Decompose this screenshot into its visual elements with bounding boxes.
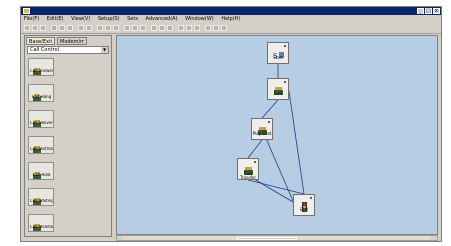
connector-line[interactable] xyxy=(261,99,279,119)
flow-node-label: Play Cmd xyxy=(252,131,272,136)
link-icon[interactable] xyxy=(159,25,165,31)
unlink-icon[interactable] xyxy=(167,25,173,31)
menu-bar: File(F) Edit(E) View(V) Setup(S) Sets Ad… xyxy=(21,15,441,23)
palette-item-label: Call Monitor xyxy=(30,225,53,229)
palette-item-label: Call Hang xyxy=(31,95,52,99)
scroll-thumb[interactable] xyxy=(237,237,297,240)
undo-icon[interactable] xyxy=(78,25,84,31)
align-left-icon[interactable] xyxy=(97,25,103,31)
keypad-icon xyxy=(257,121,268,135)
palette-group-value: Call Control xyxy=(30,47,59,53)
print-icon[interactable] xyxy=(205,25,211,31)
menu-advanced[interactable]: Advanced(A) xyxy=(143,15,181,23)
tab-base-exit[interactable]: Base/Exit xyxy=(26,37,56,45)
settings-icon[interactable] xyxy=(213,25,219,31)
scroll-right-icon[interactable] xyxy=(431,236,437,240)
flow-node-call2[interactable]: Call Transfer xyxy=(237,158,259,180)
palette-item[interactable]: Call Delivery xyxy=(28,110,54,128)
connector-line[interactable] xyxy=(247,139,263,159)
scroll-left-icon[interactable] xyxy=(117,236,123,240)
palette-item[interactable]: Call Hang xyxy=(28,84,54,102)
keypad-icon xyxy=(32,139,45,153)
connector-layer xyxy=(236,64,305,203)
chevron-down-icon[interactable]: ▼ xyxy=(101,47,108,53)
copy-icon[interactable] xyxy=(59,25,65,31)
maximize-button[interactable]: □ xyxy=(425,8,432,14)
run-icon[interactable] xyxy=(178,25,184,31)
node-port-icon[interactable] xyxy=(310,197,312,199)
zoom-in-icon[interactable] xyxy=(124,25,130,31)
redo-icon[interactable] xyxy=(86,25,92,31)
toolbar xyxy=(21,23,441,34)
title-bar[interactable]: _ □ x xyxy=(21,7,441,15)
start-icon: S xyxy=(273,45,284,60)
menu-file[interactable]: File(F) xyxy=(21,15,42,23)
menu-edit[interactable]: Edit(E) xyxy=(44,15,67,23)
phone-icon xyxy=(32,217,45,231)
menu-help[interactable]: Help(H) xyxy=(218,15,243,23)
component-palette: Base/Exit Modem/rr Call Control ▼ Call A… xyxy=(24,35,112,237)
palette-item-label: Call Distribution xyxy=(30,147,53,151)
zoom-out-icon[interactable] xyxy=(132,25,138,31)
flow-node-label: Call Transfer xyxy=(239,171,257,180)
open-folder-icon[interactable] xyxy=(32,25,38,31)
palette-item[interactable]: Call Hold xyxy=(28,162,54,180)
help-icon[interactable] xyxy=(221,25,227,31)
menu-setup[interactable]: Setup(S) xyxy=(95,15,123,23)
menu-sets[interactable]: Sets xyxy=(124,15,141,23)
flow-node-label: Start xyxy=(273,55,283,60)
palette-item-label: Call Waiting xyxy=(30,199,53,203)
stop-icon[interactable] xyxy=(186,25,192,31)
phone-icon xyxy=(32,113,45,127)
flow-node-label: End xyxy=(300,207,308,212)
palette-item[interactable]: Call Distribution xyxy=(28,136,54,154)
node-port-icon[interactable] xyxy=(284,45,286,47)
align-center-icon[interactable] xyxy=(105,25,111,31)
flow-canvas[interactable]: S Start Call Play Cmd Call Transfer End xyxy=(116,35,438,235)
close-button[interactable]: x xyxy=(433,8,440,14)
traffic-light-icon xyxy=(299,197,310,212)
connector-line[interactable] xyxy=(288,90,305,195)
flow-node-end[interactable]: End xyxy=(293,194,315,216)
align-right-icon[interactable] xyxy=(113,25,119,31)
node-port-icon[interactable] xyxy=(284,81,286,83)
flow-node-play[interactable]: Play Cmd xyxy=(251,118,273,140)
menu-window[interactable]: Window(W) xyxy=(182,15,217,23)
flow-node-call1[interactable]: Call xyxy=(267,78,289,100)
app-icon xyxy=(23,8,30,14)
phone-icon xyxy=(32,87,45,101)
save-icon[interactable] xyxy=(40,25,46,31)
search-icon[interactable] xyxy=(140,25,146,31)
new-file-icon[interactable] xyxy=(24,25,30,31)
menu-view[interactable]: View(V) xyxy=(68,15,93,23)
horizontal-scrollbar[interactable] xyxy=(116,235,438,241)
phone-icon xyxy=(32,61,45,75)
node-port-icon[interactable] xyxy=(254,161,256,163)
palette-item[interactable]: Call Waiting xyxy=(28,188,54,206)
cut-icon[interactable] xyxy=(51,25,57,31)
palette-item-label: Call Delivery xyxy=(30,121,53,125)
palette-item[interactable]: Call Answer xyxy=(28,58,54,76)
phone-icon xyxy=(243,161,254,175)
flow-node-start[interactable]: S Start xyxy=(267,42,289,64)
minimize-button[interactable]: _ xyxy=(417,8,424,14)
palette-item-label: Call Hold xyxy=(32,173,51,177)
phone-icon xyxy=(273,81,284,95)
app-window: _ □ x File(F) Edit(E) View(V) Setup(S) S… xyxy=(20,6,442,242)
phone-icon xyxy=(32,191,45,205)
palette-item[interactable]: Call Monitor xyxy=(28,214,54,232)
palette-item-label: Call Answer xyxy=(30,69,53,73)
grid-icon[interactable] xyxy=(151,25,157,31)
node-port-icon[interactable] xyxy=(268,121,270,123)
palette-group-select[interactable]: Call Control ▼ xyxy=(27,46,109,54)
phone-icon xyxy=(32,165,45,179)
tab-modem[interactable]: Modem/rr xyxy=(57,37,88,45)
paste-icon[interactable] xyxy=(67,25,73,31)
flow-node-label: Call xyxy=(274,91,282,96)
debug-icon[interactable] xyxy=(194,25,200,31)
